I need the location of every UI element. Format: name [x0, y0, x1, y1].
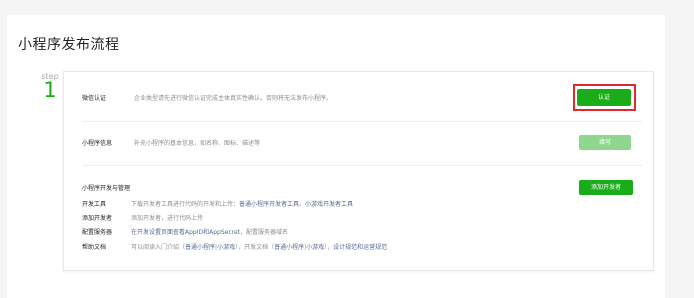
fill-info-button[interactable]: 填写: [579, 135, 631, 150]
dev-manage-label: 小程序开发与管理: [82, 185, 131, 192]
devdoc-game-link[interactable]: 小游戏: [306, 244, 324, 251]
mini-info-desc: 补充小程序的基本信息，如名称、图标、描述等: [134, 140, 261, 147]
verify-button[interactable]: 认证: [577, 89, 631, 106]
wechat-verify-desc: 企业类型请先进行微信认证完成主体真实性确认。否则将无法发布小程序。: [134, 95, 333, 102]
step-number: 1: [43, 78, 57, 102]
dev-tools-text: 下载开发者工具进行代码的开发和上传：普通小程序开发者工具、小游戏开发者工具: [131, 199, 353, 208]
server-config-text: 在开发设置页面查看AppID和AppSecret，配置服务器域名: [131, 227, 288, 236]
mini-info-label: 小程序信息: [82, 140, 113, 147]
server-config-label: 配置服务器: [82, 229, 113, 236]
intro-normal-link[interactable]: 普通小程序: [185, 244, 215, 251]
dev-settings-link[interactable]: 在开发设置页面查看AppID和AppSecret: [131, 229, 240, 236]
row-divider: [82, 165, 642, 166]
devdoc-normal-link[interactable]: 普通小程序: [274, 244, 304, 251]
dev-tools-label: 开发工具: [82, 201, 107, 208]
add-developer-button[interactable]: 添加开发者: [579, 180, 633, 195]
add-dev-label: 添加开发者: [82, 215, 113, 222]
intro-game-link[interactable]: 小游戏: [217, 244, 235, 251]
docs-intro-text: 可以阅读入门介绍（: [131, 244, 186, 251]
docs-sep-text: ），: [324, 244, 334, 251]
server-config-desc: ，配置服务器域名: [240, 229, 289, 236]
dev-tools-desc: 下载开发者工具进行代码的开发和上传：: [131, 201, 240, 208]
game-devtools-link[interactable]: 小游戏开发者工具: [305, 201, 353, 208]
help-docs-text: 可以阅读入门介绍（普通小程序|小游戏），开发文档（普通小程序|小游戏），设计规范…: [131, 242, 387, 251]
docs-dev-text: ），开发文档（: [235, 244, 275, 251]
help-docs-label: 帮助文档: [82, 244, 107, 251]
row-divider: [82, 121, 642, 122]
normal-devtools-link[interactable]: 普通小程序开发者工具: [239, 201, 299, 208]
design-spec-link[interactable]: 设计规范和运营规范: [333, 244, 387, 251]
add-dev-text: 添加开发者，进行代码上传: [131, 215, 204, 222]
wechat-verify-label: 微信认证: [82, 95, 107, 102]
page-title: 小程序发布流程: [18, 37, 120, 53]
